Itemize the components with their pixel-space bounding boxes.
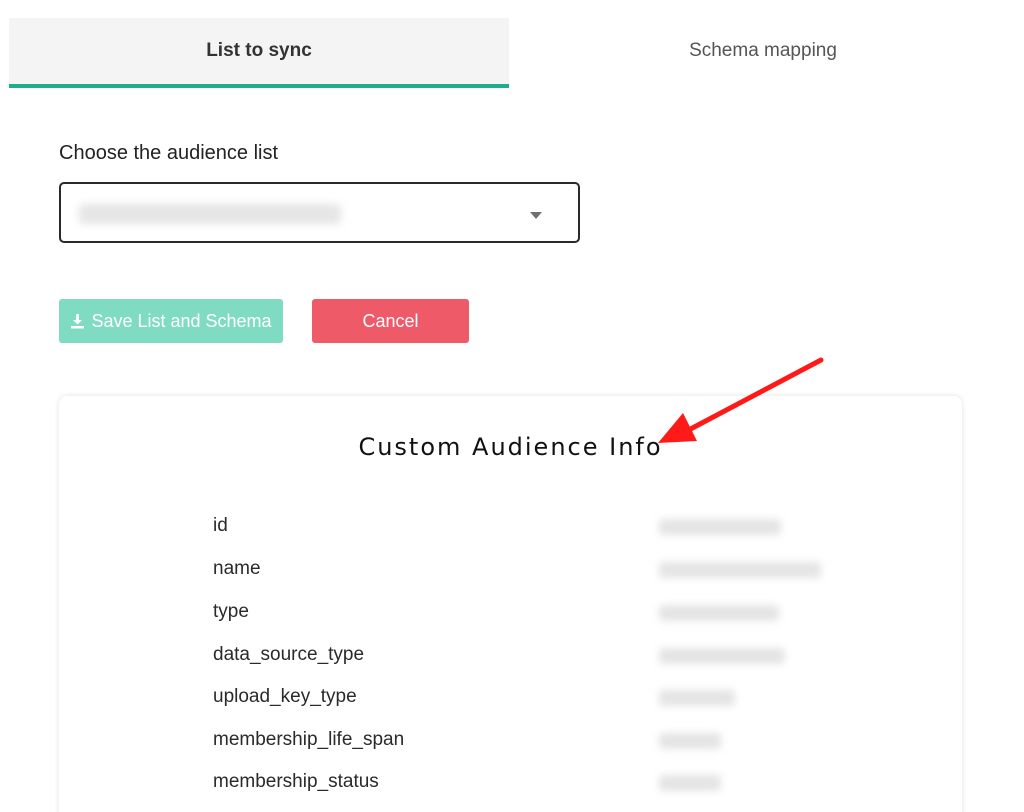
cancel-button[interactable]: Cancel [312,299,469,343]
info-key: data_source_type [213,644,365,665]
info-value-redacted [659,605,779,621]
arrow-annotation-icon [658,357,824,443]
save-button-label: Save List and Schema [91,310,272,331]
info-row-name: name [59,558,962,588]
cancel-button-label: Cancel [362,310,419,331]
info-key: name [213,558,261,579]
audience-list-selected-value-redacted [79,204,341,224]
info-key: membership_status [213,771,379,792]
page: List to sync Schema mapping Choose the a… [0,0,1024,812]
info-row-id: id [59,515,962,545]
tab-list-to-sync[interactable]: List to sync [9,18,509,88]
info-key: membership_life_span [213,729,405,750]
info-row-membership-life-span: membership_life_span [59,729,962,759]
info-row-type: type [59,601,962,631]
info-value-redacted [659,648,785,664]
info-row-upload-key-type: upload_key_type [59,686,962,716]
audience-list-label: Choose the audience list [59,142,279,164]
audience-list-select[interactable] [59,182,580,243]
info-value-redacted [659,519,781,535]
info-key: upload_key_type [213,686,357,707]
caret-down-icon [530,212,542,219]
download-icon [70,313,85,329]
tab-label: List to sync [206,40,312,61]
custom-audience-info-card: Custom Audience Info id name type data_s… [59,396,962,812]
tab-schema-mapping[interactable]: Schema mapping [513,18,1013,84]
info-key: id [213,515,228,536]
info-row-data-source-type: data_source_type [59,644,962,674]
info-value-redacted [659,690,735,706]
save-list-and-schema-button[interactable]: Save List and Schema [59,299,283,343]
tab-bar: List to sync Schema mapping [9,18,1015,88]
info-value-redacted [659,733,721,749]
info-value-redacted [659,775,721,791]
info-key: type [213,601,249,622]
info-row-membership-status: membership_status [59,771,962,801]
info-value-redacted [659,562,821,578]
tab-label: Schema mapping [689,40,837,61]
